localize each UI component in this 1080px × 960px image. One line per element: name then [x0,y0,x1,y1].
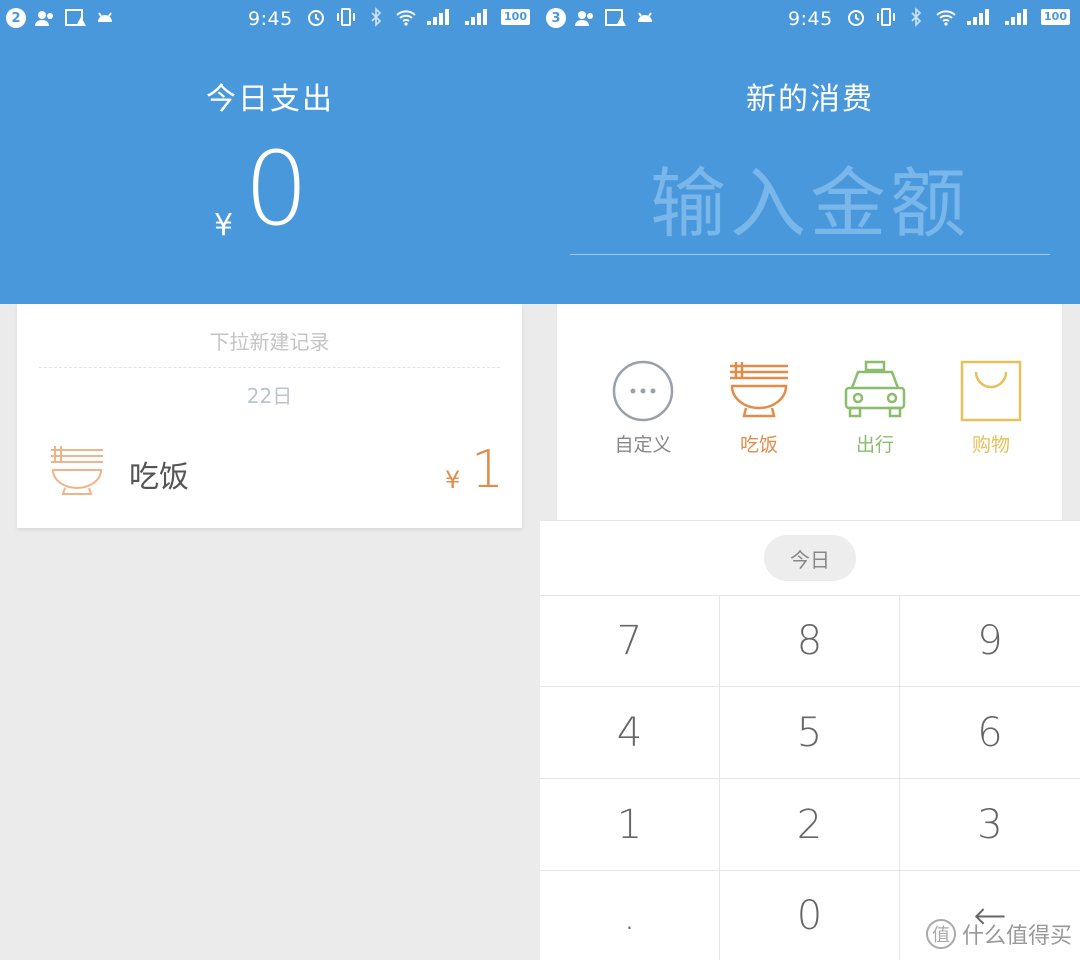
today-expense-screen: 今日支出 ¥ 0 2 9:45 100 下拉新建记录 22日 吃饭 ¥ 1 [0,0,540,960]
alert-image-icon [65,9,86,26]
category-label: 出行 [855,434,894,456]
alarm-icon [848,10,865,26]
numeric-keypad: 7 8 9 4 5 6 1 2 3 . 0 ← [540,595,1080,960]
alert-image-icon [605,9,626,26]
signal-icon-2 [1005,9,1028,25]
status-bar: 2 9:45 100 [0,0,540,38]
wifi-icon [396,10,416,26]
numpad-panel: 今日 7 8 9 4 5 6 1 2 3 . 0 ← [540,520,1080,960]
key-4[interactable]: 4 [540,687,720,779]
bluetooth-icon [371,7,382,27]
bag-icon [960,360,1022,422]
key-2[interactable]: 2 [720,779,900,871]
key-6[interactable]: 6 [900,687,1080,779]
divider [39,367,500,368]
key-3[interactable]: 3 [900,779,1080,871]
record-currency: ¥ [445,466,461,494]
page-title: 新的消费 [746,82,874,117]
signal-icon [427,9,450,25]
site-watermark: 值 什么值得买 [925,918,1072,950]
key-7[interactable]: 7 [540,596,720,687]
android-icon [98,12,112,22]
signal-icon-2 [465,9,488,25]
category-label: 吃饭 [739,434,778,456]
header-panel: 新的消费 输入金额 [540,38,1080,304]
battery-indicator: 100 [501,9,530,25]
watermark-logo: 值 [925,919,956,949]
total-amount: 0 [244,130,309,249]
key-9[interactable]: 9 [900,596,1080,687]
currency-symbol: ¥ [214,208,234,243]
category-label: 购物 [971,434,1010,456]
category-custom[interactable]: 自定义 [585,358,701,457]
bowl-icon [51,446,103,495]
contacts-icon [575,11,593,26]
record-list-card[interactable]: 下拉新建记录 22日 吃饭 ¥ 1 [17,304,522,528]
page-title: 今日支出 [206,82,334,117]
vibrate-icon [877,8,896,26]
wifi-icon [936,10,956,26]
bluetooth-icon [911,7,922,27]
category-shopping[interactable]: 购物 [933,358,1049,457]
clock: 9:45 [248,8,293,30]
battery-indicator: 100 [1041,9,1070,25]
taxi-icon [844,360,906,418]
input-underline [570,254,1050,255]
key-0[interactable]: 0 [720,871,900,960]
notification-count-badge: 3 [546,8,566,28]
signal-icon [967,9,990,25]
new-expense-screen: 新的消费 输入金额 3 9:45 100 自定义 吃饭 出行 购物 今日 7 8… [540,0,1080,960]
bowl-icon [730,362,788,418]
date-chip[interactable]: 今日 [764,535,856,581]
key-dot[interactable]: . [540,871,720,960]
contacts-icon [35,11,53,26]
key-1[interactable]: 1 [540,779,720,871]
amount-input[interactable]: 输入金额 [540,142,1080,252]
android-icon [638,12,652,22]
record-amount: 1 [471,440,505,500]
watermark-text: 什么值得买 [961,924,1072,949]
category-transport[interactable]: 出行 [817,358,933,457]
category-strip[interactable]: 自定义 吃饭 出行 购物 [557,304,1062,520]
category-meal[interactable]: 吃饭 [701,358,817,457]
vibrate-icon [337,8,356,26]
category-partial[interactable] [1049,358,1080,457]
notification-count-badge: 2 [6,8,26,28]
alarm-icon [308,10,325,26]
record-category[interactable]: 吃饭 [129,452,189,496]
clock: 9:45 [788,8,833,30]
key-8[interactable]: 8 [720,596,900,687]
header-panel: 今日支出 ¥ 0 [0,38,540,304]
key-5[interactable]: 5 [720,687,900,779]
pull-to-create-hint: 下拉新建记录 [209,330,330,354]
status-bar: 3 9:45 100 [540,0,1080,38]
date-label: 22日 [246,384,293,408]
category-label: 自定义 [614,434,672,456]
more-icon [612,360,674,422]
zigzag-edge [540,290,1080,302]
zigzag-edge [0,290,540,302]
